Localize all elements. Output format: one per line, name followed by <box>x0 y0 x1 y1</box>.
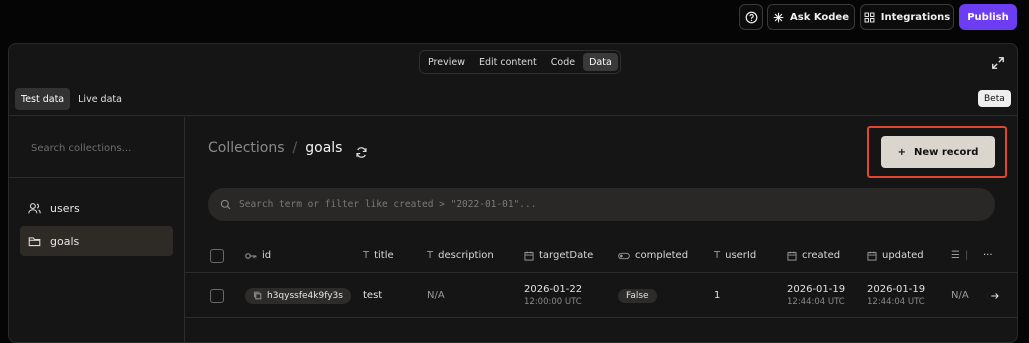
copy-icon <box>254 291 262 300</box>
text-icon: T <box>363 250 370 261</box>
key-icon <box>245 252 257 260</box>
help-icon <box>745 11 757 23</box>
row-arrow-icon[interactable] <box>990 274 1000 317</box>
column-updated[interactable]: updated <box>867 239 924 272</box>
expand-icon[interactable] <box>991 55 1005 69</box>
column-userid[interactable]: T userId <box>714 239 756 272</box>
cell-targetdate: 2026-01-22 12:00:00 UTC <box>524 283 583 307</box>
integrations-label: Integrations <box>880 11 951 23</box>
calendar-icon <box>867 251 877 261</box>
table-header: id T title T description targetDate comp… <box>185 239 1017 273</box>
plus-icon: + <box>897 146 906 158</box>
data-panel: Preview Edit content Code Data Test data… <box>8 43 1018 343</box>
table-row[interactable]: h3qyssfe4k9fy3s test N/A 2026-01-22 12:00… <box>185 274 1017 318</box>
folder-icon <box>28 236 41 246</box>
help-button[interactable] <box>739 4 763 30</box>
collections-search-input[interactable]: Search collections... <box>9 117 185 178</box>
users-icon <box>28 202 41 213</box>
column-completed[interactable]: completed <box>618 239 688 272</box>
breadcrumb-current: goals <box>305 140 343 156</box>
breadcrumb-separator: / <box>292 140 298 156</box>
refresh-icon[interactable] <box>355 144 368 158</box>
cell-completed: False <box>618 274 657 317</box>
breadcrumb: Collections / goals <box>208 140 342 156</box>
sidebar-item-label: goals <box>50 234 80 248</box>
sidebar-item-label: users <box>50 201 80 215</box>
grid-icon <box>864 12 875 22</box>
more-columns-icon[interactable]: ☰ | <box>951 239 968 272</box>
record-search-input[interactable]: Search term or filter like created > "20… <box>208 188 995 221</box>
cell-description: N/A <box>427 290 445 301</box>
tab-edit-content[interactable]: Edit content <box>473 53 543 71</box>
new-record-highlight: + New record <box>867 126 1007 178</box>
calendar-icon <box>787 251 797 261</box>
cell-title: test <box>363 290 383 301</box>
text-icon: T <box>714 250 721 261</box>
panel-header: Preview Edit content Code Data Test data… <box>9 44 1017 116</box>
beta-badge: Beta <box>978 90 1011 107</box>
cell-updated: 2026-01-19 12:44:04 UTC <box>867 283 926 307</box>
publish-button[interactable]: Publish <box>959 4 1017 30</box>
publish-label: Publish <box>967 11 1009 23</box>
calendar-icon <box>524 251 534 261</box>
search-icon <box>220 199 231 210</box>
column-title[interactable]: T title <box>363 239 394 272</box>
tab-live-data[interactable]: Live data <box>72 88 128 110</box>
ask-kodee-label: Ask Kodee <box>790 11 849 23</box>
select-all-checkbox[interactable] <box>210 248 224 263</box>
ask-kodee-button[interactable]: Ask Kodee <box>767 4 855 30</box>
top-bar: Ask Kodee Integrations Publish <box>0 0 1029 42</box>
cell-extra: N/A <box>951 290 969 301</box>
column-id[interactable]: id <box>245 239 271 272</box>
cell-created: 2026-01-19 12:44:04 UTC <box>787 283 846 307</box>
column-targetdate[interactable]: targetDate <box>524 239 593 272</box>
status-badge: False <box>618 288 657 303</box>
sidebar-item-goals[interactable]: goals <box>20 226 173 256</box>
record-id-chip[interactable]: h3qyssfe4k9fy3s <box>245 287 351 304</box>
cell-userid: 1 <box>714 290 721 301</box>
collections-sidebar: Search collections... users goals <box>9 117 185 342</box>
collection-main: Collections / goals + New record Search … <box>185 117 1017 342</box>
toggle-icon <box>618 252 630 260</box>
tab-test-data[interactable]: Test data <box>15 88 71 110</box>
data-source-tabs: Test data Live data <box>15 88 128 110</box>
integrations-button[interactable]: Integrations <box>860 4 954 30</box>
text-icon: T <box>427 250 434 261</box>
column-options-icon[interactable]: ··· <box>983 239 993 272</box>
new-record-label: New record <box>913 146 979 158</box>
tab-preview[interactable]: Preview <box>422 53 471 71</box>
column-description[interactable]: T description <box>427 239 494 272</box>
new-record-button[interactable]: + New record <box>881 136 995 168</box>
search-placeholder: Search term or filter like created > "20… <box>239 199 537 210</box>
column-created[interactable]: created <box>787 239 840 272</box>
tab-data[interactable]: Data <box>583 53 618 71</box>
sparkle-icon <box>773 12 784 22</box>
view-tabs: Preview Edit content Code Data <box>419 50 621 74</box>
tab-code[interactable]: Code <box>545 53 581 71</box>
row-checkbox[interactable] <box>210 288 224 303</box>
breadcrumb-collections[interactable]: Collections <box>208 140 285 156</box>
sidebar-item-users[interactable]: users <box>20 193 173 223</box>
